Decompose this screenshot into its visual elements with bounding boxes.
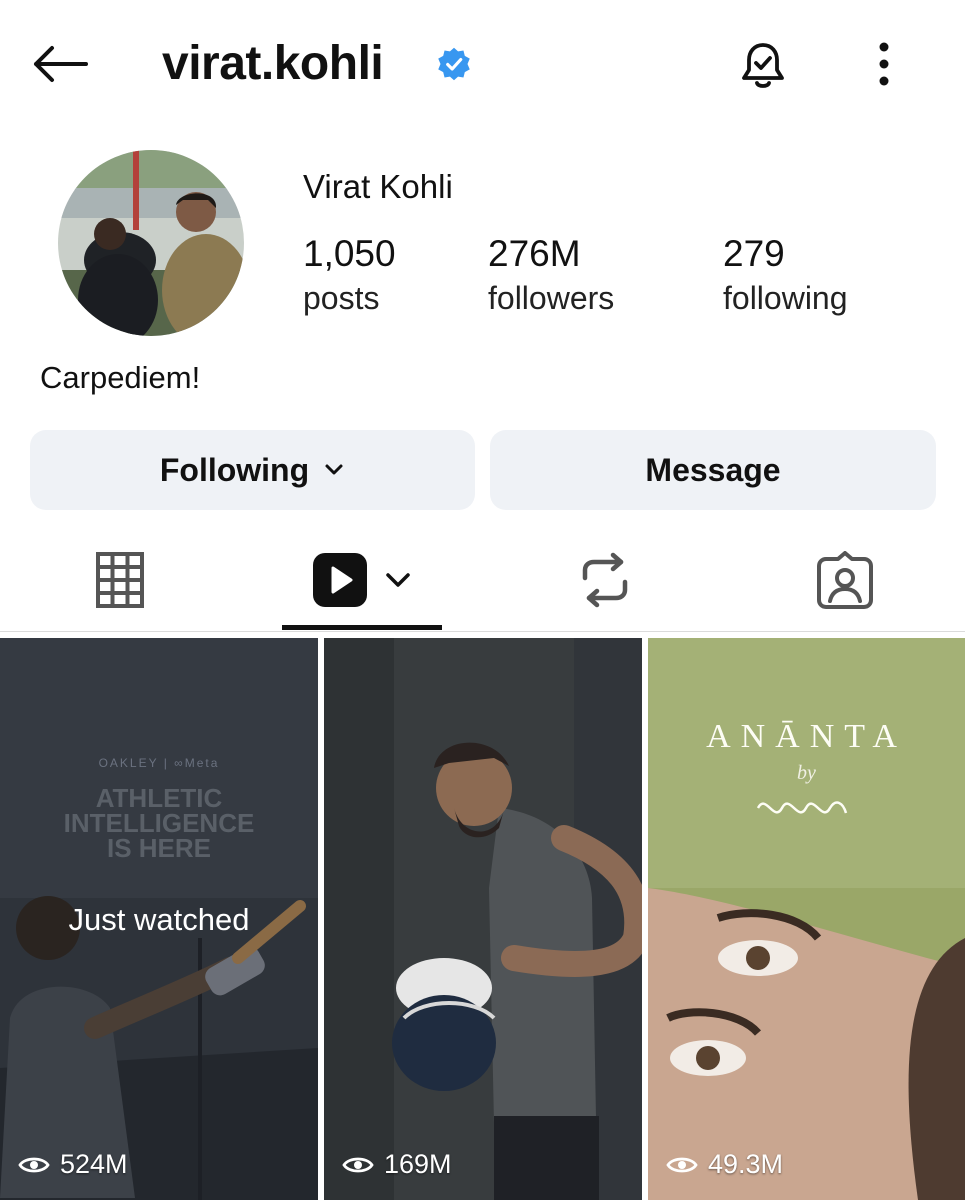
back-button[interactable]: [28, 36, 92, 92]
profile-username: virat.kohli: [162, 37, 384, 90]
tab-reposts[interactable]: [545, 530, 665, 630]
chevron-down-icon: [386, 573, 410, 587]
reel-view-count-value: 49.3M: [708, 1149, 784, 1179]
reel-item[interactable]: 169M: [324, 638, 642, 1200]
posts-count-label: posts: [303, 280, 380, 316]
just-watched-label: Just watched: [68, 902, 250, 937]
eye-icon: [666, 1157, 698, 1172]
following-count-value: 279: [723, 233, 785, 274]
tab-divider: [0, 631, 965, 632]
posts-count-value: 1,050: [303, 233, 396, 274]
reel-view-count: 49.3M: [666, 1149, 783, 1180]
reel-view-count: 524M: [18, 1149, 128, 1180]
eye-icon: [18, 1157, 50, 1172]
top-bar: virat.kohli: [0, 0, 965, 125]
reel-thumbnail: [324, 638, 642, 1200]
followers-count-value: 276M: [488, 233, 581, 274]
active-tab-indicator: [282, 625, 442, 630]
notifications-button[interactable]: [733, 36, 793, 96]
chevron-down-icon: [325, 464, 343, 475]
tagged-icon: [817, 551, 873, 609]
profile-bio: Carpediem!: [40, 360, 201, 395]
reel-ad-headline-line: IS HERE: [106, 833, 212, 863]
reel-byline: by: [797, 762, 816, 784]
repost-icon: [582, 552, 628, 608]
message-button-label: Message: [645, 451, 781, 488]
reel-title: ANĀNTA: [706, 718, 907, 755]
reel-ad-brand: OAKLEY | ∞Meta: [98, 756, 220, 770]
eye-icon: [342, 1157, 374, 1172]
bell-check-icon: [742, 43, 784, 88]
posts-count[interactable]: 1,050 posts: [303, 232, 396, 320]
reel-view-count-value: 524M: [60, 1149, 128, 1179]
reel-ad-headline: ATHLETIC INTELLIGENCE IS HERE: [0, 785, 318, 863]
more-vertical-icon: [879, 42, 889, 86]
message-button[interactable]: Message: [490, 430, 936, 510]
tab-tagged[interactable]: [785, 530, 905, 630]
followers-count[interactable]: 276M followers: [488, 232, 614, 320]
arrow-left-icon: [34, 46, 88, 82]
profile-avatar[interactable]: [58, 150, 244, 336]
grid-icon: [96, 552, 144, 608]
reel-item[interactable]: OAKLEY | ∞Meta ATHLETIC INTELLIGENCE IS …: [0, 638, 318, 1200]
reel-item[interactable]: ANĀNTA by 49.3M: [648, 638, 965, 1200]
more-options-button[interactable]: [862, 36, 906, 92]
following-count[interactable]: 279 following: [723, 232, 848, 320]
verified-badge-icon: [438, 47, 470, 81]
following-count-label: following: [723, 280, 848, 316]
reel-view-count-value: 169M: [384, 1149, 452, 1179]
profile-display-name: Virat Kohli: [303, 168, 453, 205]
following-button-label: Following: [159, 451, 310, 488]
reels-icon: [313, 553, 367, 607]
profile-tabs: [0, 530, 965, 634]
reel-view-count: 169M: [342, 1149, 452, 1180]
reels-grid: OAKLEY | ∞Meta ATHLETIC INTELLIGENCE IS …: [0, 638, 965, 1200]
following-button[interactable]: Following: [30, 430, 475, 510]
followers-count-label: followers: [488, 280, 615, 316]
tab-posts-grid[interactable]: [60, 530, 180, 630]
tab-reels[interactable]: [282, 530, 442, 630]
avatar-photo: [58, 150, 244, 336]
